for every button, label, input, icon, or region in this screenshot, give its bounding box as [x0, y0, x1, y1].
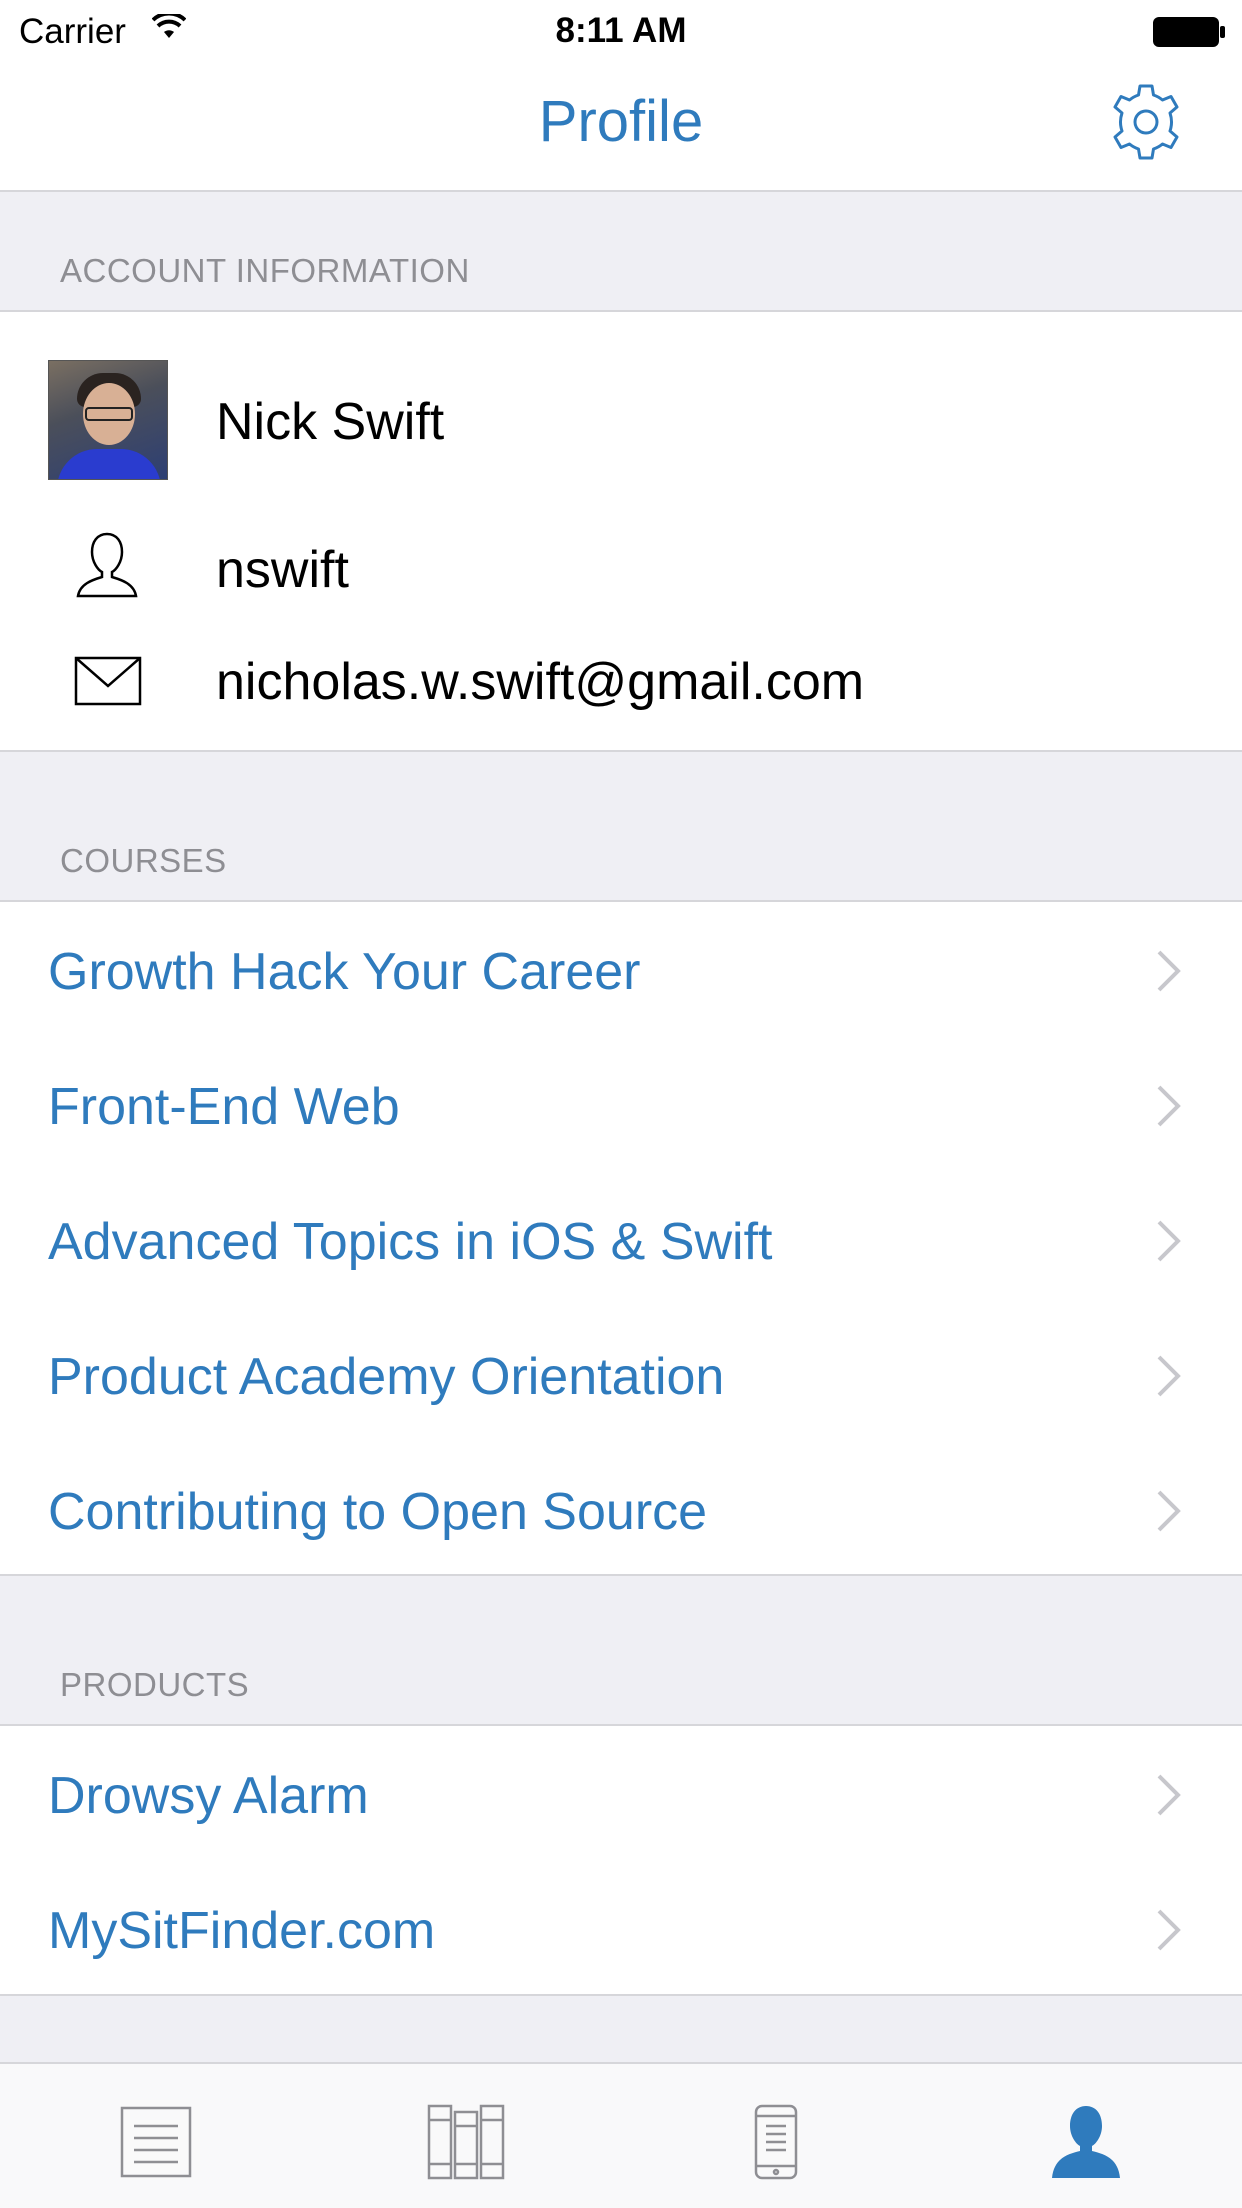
course-row[interactable]: Contributing to Open Source — [0, 1442, 1242, 1577]
section-header-label: ACCOUNT INFORMATION — [60, 252, 470, 289]
chevron-right-icon — [1154, 1083, 1184, 1134]
battery-icon — [1152, 16, 1226, 53]
chevron-right-icon — [1154, 1218, 1184, 1269]
course-row[interactable]: Growth Hack Your Career — [0, 902, 1242, 1037]
product-row[interactable]: MySitFinder.com — [0, 1861, 1242, 1996]
avatar — [48, 360, 168, 480]
account-email-row: nicholas.w.swift@gmail.com — [0, 622, 1242, 742]
product-row[interactable]: Drowsy Alarm — [0, 1726, 1242, 1861]
tab-profile[interactable] — [1046, 2102, 1126, 2182]
course-title: Growth Hack Your Career — [48, 943, 641, 1001]
envelope-icon — [74, 656, 142, 711]
account-info-group: Nick Swift nswift nicholas.w.swift@gmail… — [0, 310, 1242, 752]
tab-feed[interactable] — [116, 2102, 196, 2182]
settings-button[interactable] — [1106, 82, 1186, 162]
account-username: nswift — [216, 541, 349, 599]
course-title: Advanced Topics in iOS & Swift — [48, 1213, 773, 1271]
section-header-products: PRODUCTS — [0, 1576, 1242, 1726]
chevron-right-icon — [1154, 1353, 1184, 1404]
person-icon — [1052, 2106, 1120, 2178]
status-time: 8:11 AM — [555, 11, 687, 50]
account-name-row: Nick Swift — [0, 312, 1242, 512]
course-title: Contributing to Open Source — [48, 1483, 708, 1541]
course-row[interactable]: Product Academy Orientation — [0, 1307, 1242, 1442]
courses-group: Growth Hack Your Career Front-End Web Ad… — [0, 900, 1242, 1576]
chevron-right-icon — [1154, 948, 1184, 999]
navigation-bar: Profile — [0, 60, 1242, 192]
section-header-account: ACCOUNT INFORMATION — [0, 192, 1242, 312]
course-row[interactable]: Front-End Web — [0, 1037, 1242, 1172]
product-title: Drowsy Alarm — [48, 1767, 369, 1825]
chevron-right-icon — [1154, 1488, 1184, 1539]
tab-device[interactable] — [736, 2102, 816, 2182]
account-email: nicholas.w.swift@gmail.com — [216, 653, 865, 711]
products-group: Drowsy Alarm MySitFinder.com — [0, 1724, 1242, 1996]
account-name: Nick Swift — [216, 393, 445, 451]
tab-bar — [0, 2062, 1242, 2208]
course-row[interactable]: Advanced Topics in iOS & Swift — [0, 1172, 1242, 1307]
books-icon — [427, 2104, 505, 2180]
course-title: Product Academy Orientation — [48, 1348, 725, 1406]
chevron-right-icon — [1154, 1907, 1184, 1958]
status-bar: Carrier 8:11 AM — [0, 0, 1242, 60]
page-title: Profile — [538, 89, 704, 154]
tab-library[interactable] — [426, 2102, 506, 2182]
course-title: Front-End Web — [48, 1078, 400, 1136]
list-icon — [120, 2106, 192, 2178]
user-icon — [72, 530, 142, 607]
section-header-label: PRODUCTS — [60, 1666, 250, 1703]
product-title: MySitFinder.com — [48, 1902, 436, 1960]
gear-icon — [1113, 84, 1179, 160]
chevron-right-icon — [1154, 1772, 1184, 1823]
phone-icon — [754, 2104, 798, 2180]
section-header-courses: COURSES — [0, 752, 1242, 902]
section-header-label: COURSES — [60, 842, 227, 879]
account-username-row: nswift — [0, 512, 1242, 622]
